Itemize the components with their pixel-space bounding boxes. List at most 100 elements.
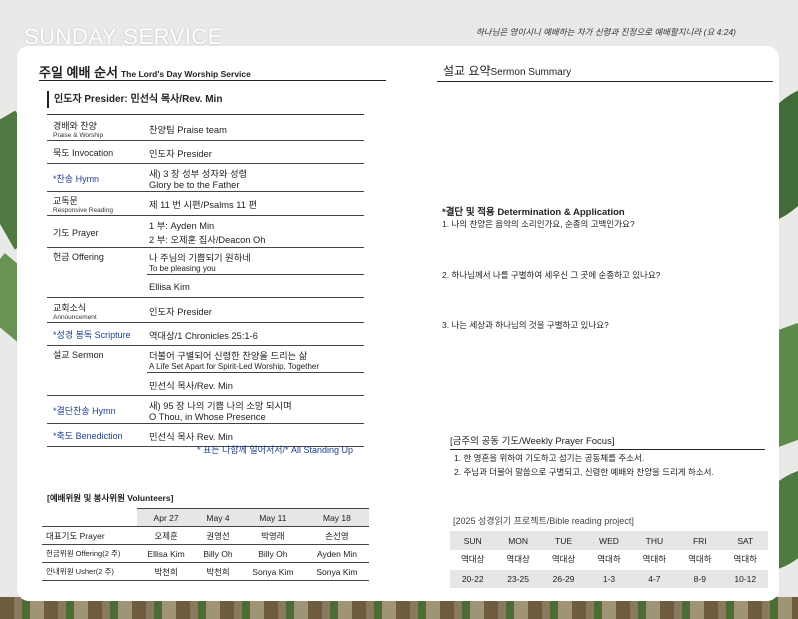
prayer-item: 2. 주님과 더불어 말씀으로 구별되고, 신령한 예배와 찬양을 드리게 하소… [454,467,714,477]
table-cell: 8-9 [677,569,723,588]
order-label-text: 헌금 Offering [53,252,104,262]
bulletin-card: 주일 예배 순서 The Lord's Day Worship Service 인… [17,46,779,601]
table-cell: 역대하 [722,550,768,570]
order-title-en: The Lord's Day Worship Service [120,69,251,79]
day-header: THU [631,531,678,550]
date-header: May 11 [240,508,305,527]
order-label: *성경 봉독 Scripture [47,323,147,345]
order-label-text: *성경 봉독 Scripture [53,330,131,340]
date-header: Apr 27 [137,508,196,527]
order-row: 경배와 찬양 Praise & Worship 찬양팀 Praise team [47,116,364,141]
order-label: *축도 Benediction [47,424,147,446]
order-value-text: To be pleasing you [149,264,216,273]
day-header: MON [495,531,541,550]
order-label-text: 경배와 찬양 [53,120,97,131]
order-value-text: Glory be to the Father [149,180,240,190]
order-row: 기도 Prayer 1 부: Ayden Min 2 부: 오제훈 집사/Dea… [47,216,364,248]
volunteers-table: Apr 27 May 4 May 11 May 18 대표기도 Prayer 오… [42,508,369,581]
order-value: 인도자 Presider [147,141,364,163]
table-cell: 1-3 [586,569,632,588]
table-cell: 권영선 [195,526,241,545]
bible-reading-table: SUN MON TUE WED THU FRI SAT 역대상 역대상 역대상 … [450,531,768,588]
date-header: May 18 [304,508,369,527]
table-cell: 4-7 [631,569,678,588]
table-row: 대표기도 Prayer 오제훈 권영선 박영래 손선영 [42,526,369,545]
order-table: 경배와 찬양 Praise & Worship 찬양팀 Praise team … [47,116,364,447]
role-label: 안내위원 Usher(2 주) [42,562,137,581]
presider-line: 인도자 Presider: 민선식 목사/Rev. Min [47,91,364,108]
day-header: WED [586,531,632,550]
standing-note: * 표는 다함께 일어서서/* All Standing Up [197,445,354,455]
order-value: 새) 95 장 나의 기쁨 나의 소망 되시며 O Thou, in Whose… [147,396,364,423]
order-label: *결단찬송 Hymn [47,396,147,423]
question-item: 3. 나는 세상과 하나님의 것을 구별하고 있나요? [442,320,609,330]
bible-reading-title: [2025 성경읽기 프로젝트/Bible reading project] [453,516,634,526]
order-value-text: 새) 95 장 나의 기쁨 나의 소망 되시며 [149,401,292,411]
order-row: *결단찬송 Hymn 새) 95 장 나의 기쁨 나의 소망 되시며 O Tho… [47,396,364,424]
order-title: 주일 예배 순서 The Lord's Day Worship Service [39,62,251,81]
table-cell: 박천희 [137,562,196,581]
role-label: 대표기도 Prayer [42,526,137,545]
order-row: 교독문 Responsive Reading 제 11 번 시편/Psalms … [47,192,364,216]
order-row: 묵도 Invocation 인도자 Presider [47,141,364,164]
header-verse: 하나님은 영이시니 예배하는 자가 신령과 진정으로 예배할지니라 (요 4:2… [475,27,736,37]
table-row: 헌금위원 Offering(2 주) Ellisa Kim Billy Oh B… [42,544,369,563]
question-item: 1. 나의 찬양은 음악의 소리인가요, 순종의 고백인가요? [442,219,635,229]
order-value: 인도자 Presider [147,298,364,322]
divider [437,81,773,82]
order-label-text: 기도 Prayer [53,227,99,238]
order-value-text: 제 11 번 시편/Psalms 11 편 [149,200,258,210]
date-header: May 4 [195,508,241,527]
prayer-focus-title: [금주의 공동 기도/Weekly Prayer Focus] [450,433,765,450]
sermon-section: 설교 요약Sermon Summary *결단 및 적용 Determinati… [437,46,777,601]
order-row: Ellisa Kim [47,275,364,298]
order-value-text: 민선식 목사 Rev. Min [149,431,233,442]
table-cell: 역대상 [450,550,496,570]
day-header: FRI [677,531,723,550]
order-row: *찬송 Hymn 새) 3 장 성부 성자와 성령 Glory be to th… [47,164,364,192]
order-value-text: O Thou, in Whose Presence [149,412,266,422]
order-label: 묵도 Invocation [47,141,147,163]
order-label [47,275,147,297]
order-label: 설교 Sermon [47,346,147,372]
table-cell [42,508,137,527]
table-cell: 역대상 [495,550,541,570]
table-cell: Ayden Min [304,544,369,563]
day-header: SAT [722,531,768,550]
table-cell: 23-25 [495,569,541,588]
table-cell: 10-12 [722,569,768,588]
order-value: 제 11 번 시편/Psalms 11 편 [147,192,364,215]
table-cell: 26-29 [540,569,587,588]
order-label: 경배와 찬양 Praise & Worship [47,116,147,140]
prayer-item: 1. 한 영혼을 위하여 기도하고 섬기는 공동체를 주소서. [454,453,645,463]
table-cell: Billy Oh [240,544,305,563]
table-cell: 20-22 [450,569,496,588]
order-value-text: Ellisa Kim [149,281,190,292]
table-row: 역대상 역대상 역대상 역대하 역대하 역대하 역대하 [450,550,768,570]
order-value-text: 2 부: 오제훈 집사/Deacon Oh [149,235,266,245]
table-row: SUN MON TUE WED THU FRI SAT [450,531,768,550]
order-value-text: 나 주님의 기쁨되기 원하네 [149,253,251,263]
table-cell: 역대하 [631,550,678,570]
order-label-text: 묵도 Invocation [53,148,114,158]
order-value: 나 주님의 기쁨되기 원하네 To be pleasing you [147,248,364,274]
sermon-summary-title: 설교 요약Sermon Summary [443,62,571,79]
order-label: 헌금 Offering [47,248,147,274]
question-item: 2. 하나님께서 나를 구별하여 세우신 그 곳에 순종하고 있나요? [442,270,661,280]
order-row: 민선식 목사/Rev. Min [47,373,364,396]
table-cell: 오제훈 [137,526,196,545]
order-label-sub: Responsive Reading [53,207,113,214]
volunteers-title: [예배위원 및 봉사위원 Volunteers] [47,493,174,503]
table-cell: Sonya Kim [304,562,369,581]
table-cell: Sonya Kim [240,562,305,581]
order-row: 교회소식 Announcement 인도자 Presider [47,298,364,323]
order-label-text: *찬송 Hymn [53,173,100,184]
order-value-text: 인도자 Presider [149,306,212,317]
role-label: 헌금위원 Offering(2 주) [42,544,137,563]
sermon-title-ko: 설교 요약 [443,64,491,78]
order-label: 교회소식 Announcement [47,298,147,322]
order-value: Ellisa Kim [147,275,364,297]
table-cell: Ellisa Kim [137,544,196,563]
order-value: 역대상/1 Chronicles 25:1-6 [147,323,364,345]
order-label: *찬송 Hymn [47,164,147,191]
